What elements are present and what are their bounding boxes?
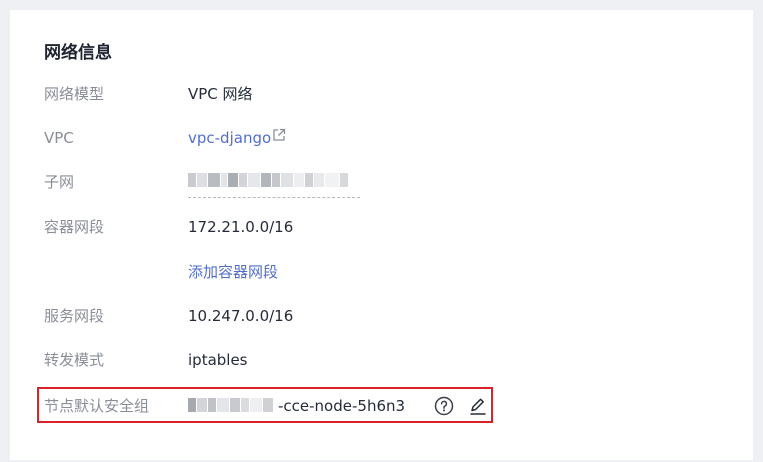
container-cidr-value: 172.21.0.0/16 <box>188 218 294 236</box>
add-container-cidr-link[interactable]: 添加容器网段 <box>188 261 278 283</box>
vpc-label: VPC <box>44 129 74 147</box>
question-circle-icon[interactable] <box>433 395 455 417</box>
vpc-value: vpc-django <box>188 127 286 149</box>
service-cidr-label: 服务网段 <box>44 307 105 325</box>
network-model-label: 网络模型 <box>44 85 105 103</box>
network-model-value: VPC 网络 <box>188 85 253 103</box>
service-cidr-value: 10.247.0.0/16 <box>188 307 294 325</box>
forward-mode-label: 转发模式 <box>44 351 105 369</box>
pencil-edit-icon[interactable] <box>467 395 489 417</box>
subnet-value-redacted[interactable] <box>188 173 349 187</box>
security-group-prefix-redacted <box>188 398 274 412</box>
subnet-label: 子网 <box>44 173 75 191</box>
forward-mode-value: iptables <box>188 351 248 369</box>
network-info-card: 网络信息 网络模型 VPC 网络 VPC vpc-django 子网 容器网段 … <box>10 10 753 460</box>
vpc-link[interactable]: vpc-django <box>188 129 271 147</box>
container-cidr-label: 容器网段 <box>44 218 105 236</box>
security-group-value: -cce-node-5h6n3 <box>278 397 406 415</box>
security-group-label: 节点默认安全组 <box>44 397 150 415</box>
section-title: 网络信息 <box>44 43 112 63</box>
external-link-icon[interactable] <box>272 126 286 148</box>
subnet-underline <box>188 197 360 198</box>
